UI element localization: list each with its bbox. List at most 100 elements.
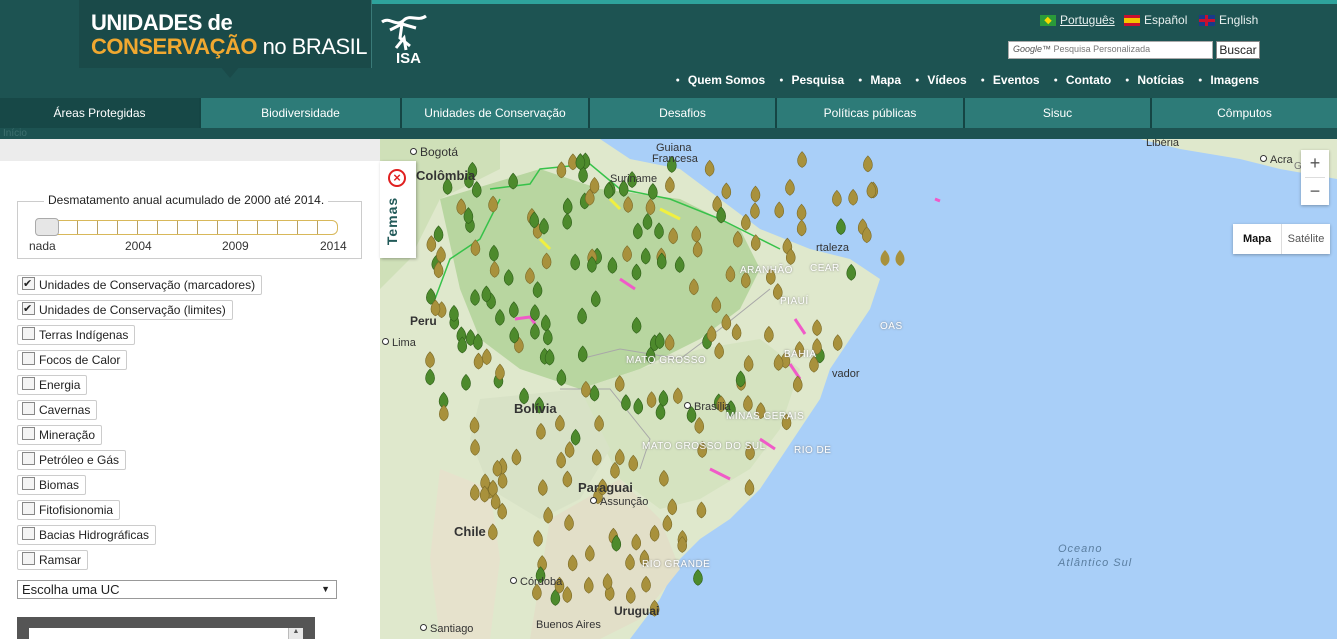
nav-biodiversidade[interactable]: Biodiversidade [201,98,402,128]
uc-marker-icon[interactable] [796,203,807,221]
slider-track[interactable] [36,220,338,235]
checkbox-icon [22,527,35,540]
layer-label: Focos de Calor [39,353,121,367]
uc-marker-icon[interactable] [796,219,807,237]
logo-line-2: CONSERVAÇÃO no BRASIL [91,34,368,60]
slider-tick [157,221,158,234]
uc-marker-icon[interactable] [832,189,842,207]
spain-flag-icon [1124,14,1140,26]
layer-focos-de-calor[interactable]: Focos de Calor [17,350,128,370]
search-button[interactable]: Buscar [1216,41,1260,59]
layer-terras-indigenas[interactable]: Terras Indígenas [17,325,136,345]
zoom-out-button[interactable]: − [1301,178,1329,205]
top-link-mapa[interactable]: Mapa [858,73,901,87]
map-label-lima: Lima [382,337,416,349]
breadcrumb[interactable]: Início [0,128,1337,139]
top-link-noticias[interactable]: Notícias [1125,73,1184,87]
layer-fitofisionomia[interactable]: Fitofisionomia [17,500,121,520]
uc-marker-icon[interactable] [836,218,846,235]
slider-tick [217,221,218,234]
map-canvas[interactable]: Bogotá Colômbia Guiana Francesa Suriname… [380,139,1337,639]
map-label-piaui: PIAUÍ [780,296,809,307]
search-placeholder: Pesquisa Personalizada [1053,44,1151,54]
top-link-eventos[interactable]: Eventos [981,73,1040,87]
temas-tab[interactable]: × Temas [380,161,416,258]
zoom-in-button[interactable]: + [1301,150,1329,177]
slider-legend: Desmatamento anual acumulado de 2000 até… [44,193,329,207]
uc-marker-icon[interactable] [863,155,873,173]
map-label-uruguai: Uruguai [614,604,660,618]
uc-marker-icon[interactable] [785,178,795,196]
top-link-contato[interactable]: Contato [1054,73,1111,87]
nav-computos[interactable]: Cômputos [1152,98,1337,128]
nav-politicas-publicas[interactable]: Políticas públicas [777,98,965,128]
search-input[interactable]: Google™ Pesquisa Personalizada [1008,41,1213,59]
map-label-brasilia: Brasília [684,401,731,413]
close-icon[interactable]: × [388,169,406,187]
uc-select[interactable]: Escolha uma UC ▼ [17,580,337,599]
checkbox-icon [22,427,35,440]
top-link-videos[interactable]: Vídeos [915,73,966,87]
uc-search-box: ▲ [17,617,315,639]
layer-cavernas[interactable]: Cavernas [17,400,98,420]
lang-espanol-link[interactable]: Español [1124,13,1187,27]
uc-marker-icon[interactable] [750,202,760,220]
layer-biomas[interactable]: Biomas [17,475,87,495]
map-label-suriname: Suriname [610,173,658,185]
top-link-imagens[interactable]: Imagens [1198,73,1259,87]
map-label-assuncao: Assunção [590,496,648,508]
uc-marker-icon[interactable] [750,185,761,203]
top-link-quem-somos[interactable]: Quem Somos [676,73,765,87]
slider-tick [77,221,78,234]
layer-label: Cavernas [39,403,91,417]
map-label-chile: Chile [454,524,486,539]
lang-english-link[interactable]: English [1199,13,1258,27]
uc-marker-icon[interactable] [848,188,858,206]
slider-handle[interactable] [35,218,59,236]
map-label-fortaleza: rtaleza [816,242,850,254]
layer-ramsar[interactable]: Ramsar [17,550,89,570]
checkbox-icon [22,552,35,565]
layer-uc-marcadores[interactable]: Unidades de Conservação (marcadores) [17,275,263,295]
slider-tick [317,221,318,234]
nav-desafios[interactable]: Desafios [590,98,777,128]
map-label-ocean-line1: Oceano [1058,543,1103,555]
site-logo[interactable]: UNIDADES de CONSERVAÇÃO no BRASIL [79,0,372,68]
scroll-up-icon[interactable]: ▲ [288,628,303,639]
uc-marker-icon[interactable] [774,201,785,219]
uc-marker-icon[interactable] [880,250,890,266]
layer-label: Bacias Hidrográficas [39,528,150,542]
map-label-mato-grosso: MATO GROSSO [626,355,707,366]
uc-marker-icon[interactable] [895,250,905,266]
layer-mineracao[interactable]: Mineração [17,425,103,445]
checkbox-icon [22,502,35,515]
lang-english-label: English [1219,13,1259,27]
map-label-colombia: Colômbia [416,168,476,183]
layer-energia[interactable]: Energia [17,375,88,395]
slider-tick [297,221,298,234]
uc-marker-icon[interactable] [721,182,732,200]
layer-petroleo-e-gas[interactable]: Petróleo e Gás [17,450,127,470]
map-label-salvador: vador [832,368,860,380]
layer-label: Biomas [39,478,80,492]
nav-unidades-de-conservacao[interactable]: Unidades de Conservação [402,98,590,128]
map-label-minas: MINAS GERAIS [726,411,805,422]
map-type-control: Mapa Satélite [1233,224,1330,254]
isa-label: ISA [396,50,422,67]
uc-marker-icon[interactable] [704,159,715,177]
layer-bacias-hidrograficas[interactable]: Bacias Hidrográficas [17,525,157,545]
map-type-map-button[interactable]: Mapa [1233,224,1282,254]
uc-search-input[interactable] [29,628,303,639]
nav-sisuc[interactable]: Sisuc [965,98,1152,128]
uc-marker-icon[interactable] [797,151,807,168]
uc-marker-icon[interactable] [693,568,703,586]
checkbox-icon [22,275,35,293]
map-type-satellite-button[interactable]: Satélite [1282,224,1330,254]
layer-uc-limites[interactable]: Unidades de Conservação (limites) [17,300,233,320]
checkbox-icon [22,300,35,318]
top-link-pesquisa[interactable]: Pesquisa [779,73,844,87]
nav-areas-protegidas[interactable]: Áreas Protegidas [0,98,201,128]
lang-portugues-link[interactable]: Português [1040,13,1115,27]
slider-label-2004: 2004 [125,239,152,253]
checkbox-icon [22,402,35,415]
